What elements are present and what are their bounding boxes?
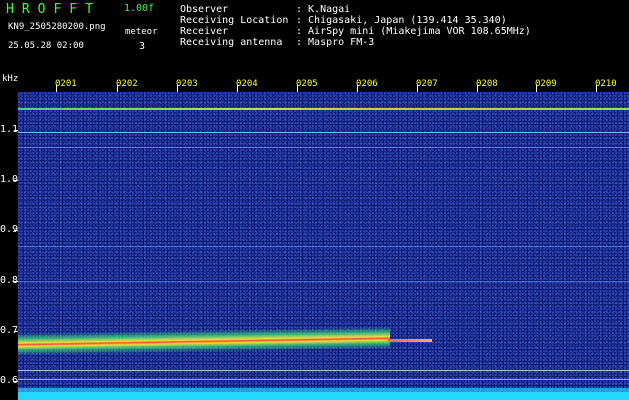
x-tick-label: 0207 [416, 79, 438, 89]
x-tick-label: 0203 [176, 79, 198, 89]
x-tick-mark [477, 85, 478, 92]
x-tick-label: 0204 [236, 79, 258, 89]
x-tick-label: 0209 [535, 79, 557, 89]
observer-value: : K.Nagai [296, 4, 351, 15]
carrier-line-top [18, 108, 629, 110]
receiver-value: : AirSpy mini (Miakejima VOR 108.65MHz) [296, 26, 531, 37]
x-tick-label: 0201 [55, 79, 77, 89]
carrier-line [18, 147, 629, 148]
x-tick-label: 0210 [595, 79, 617, 89]
location-label: Receiving Location [180, 15, 289, 26]
x-tick-mark [237, 85, 238, 92]
meteor-carrier-tail [388, 339, 432, 342]
carrier-line [18, 379, 629, 380]
y-axis-unit: kHz [2, 74, 19, 84]
carrier-line [18, 281, 629, 282]
antenna-value: : Maspro FM-3 [296, 37, 375, 48]
antenna-label: Receiving antenna [180, 37, 283, 48]
meteor-label: meteor [125, 27, 158, 37]
receiver-label: Receiver [180, 26, 229, 37]
carrier-line [18, 132, 629, 133]
x-tick-label: 0206 [356, 79, 378, 89]
meteor-count: 3 [139, 41, 146, 52]
x-tick-mark [56, 85, 57, 92]
x-tick-label: 0205 [296, 79, 318, 89]
x-tick-mark [596, 85, 597, 92]
x-tick-mark [177, 85, 178, 92]
x-tick-mark [297, 85, 298, 92]
observer-label: Observer [180, 4, 229, 15]
timestamp: 25.05.28 02:00 [8, 41, 84, 51]
x-tick-mark [117, 85, 118, 92]
x-tick-mark [417, 85, 418, 92]
carrier-line [18, 370, 629, 371]
noise-floor-strip [18, 392, 629, 400]
carrier-line [18, 246, 629, 247]
app-version: 1.00f [124, 3, 155, 14]
app-title: HROFFT [6, 2, 101, 17]
header-panel: HROFFT 1.00f KN9_2505280200.png meteor 3… [0, 0, 629, 76]
x-tick-label: 0202 [116, 79, 138, 89]
file-name: KN9_2505280200.png [8, 22, 106, 32]
x-tick-label: 0208 [476, 79, 498, 89]
x-tick-mark [536, 85, 537, 92]
location-value: : Chigasaki, Japan (139.414 35.340) [296, 15, 507, 26]
x-tick-mark [357, 85, 358, 92]
spectrogram-plot [18, 92, 629, 400]
